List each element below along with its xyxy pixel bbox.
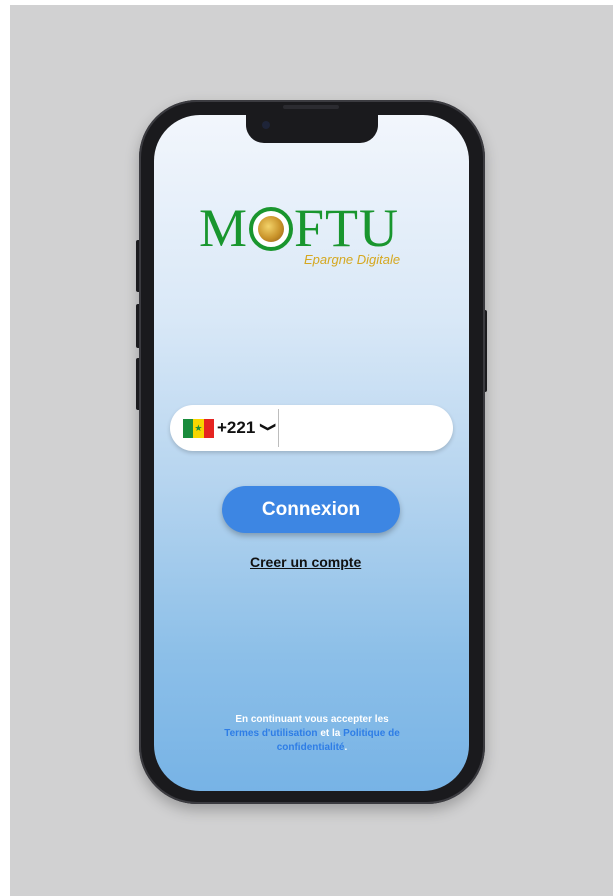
coin-icon [249, 207, 294, 251]
legal-joiner: et la [320, 728, 341, 739]
chevron-down-icon[interactable]: ❯ [259, 422, 278, 433]
phone-number-input[interactable] [282, 409, 444, 449]
country-code[interactable]: +221 [217, 418, 255, 438]
logo-letter-m: M [199, 198, 249, 258]
terms-link[interactable]: Termes d'utilisation [224, 728, 317, 739]
connexion-button[interactable]: Connexion [222, 486, 400, 533]
legal-suffix: . [344, 742, 348, 753]
legal-prefix: En continuant vous accepter les [235, 714, 389, 725]
speaker-grille [283, 105, 339, 109]
senegal-flag-icon[interactable] [183, 419, 214, 438]
logo-letters-ftu: FTU [294, 198, 400, 258]
front-camera-icon [262, 121, 270, 129]
legal-notice: En continuant vous accepter les Termes d… [194, 713, 430, 755]
create-account-link[interactable]: Creer un compte [250, 554, 361, 570]
field-divider [278, 409, 279, 447]
moftu-logo: M FTU [199, 198, 429, 258]
phone-number-field[interactable]: +221 ❯ [170, 405, 453, 451]
tagline: Epargne Digitale [304, 252, 401, 267]
